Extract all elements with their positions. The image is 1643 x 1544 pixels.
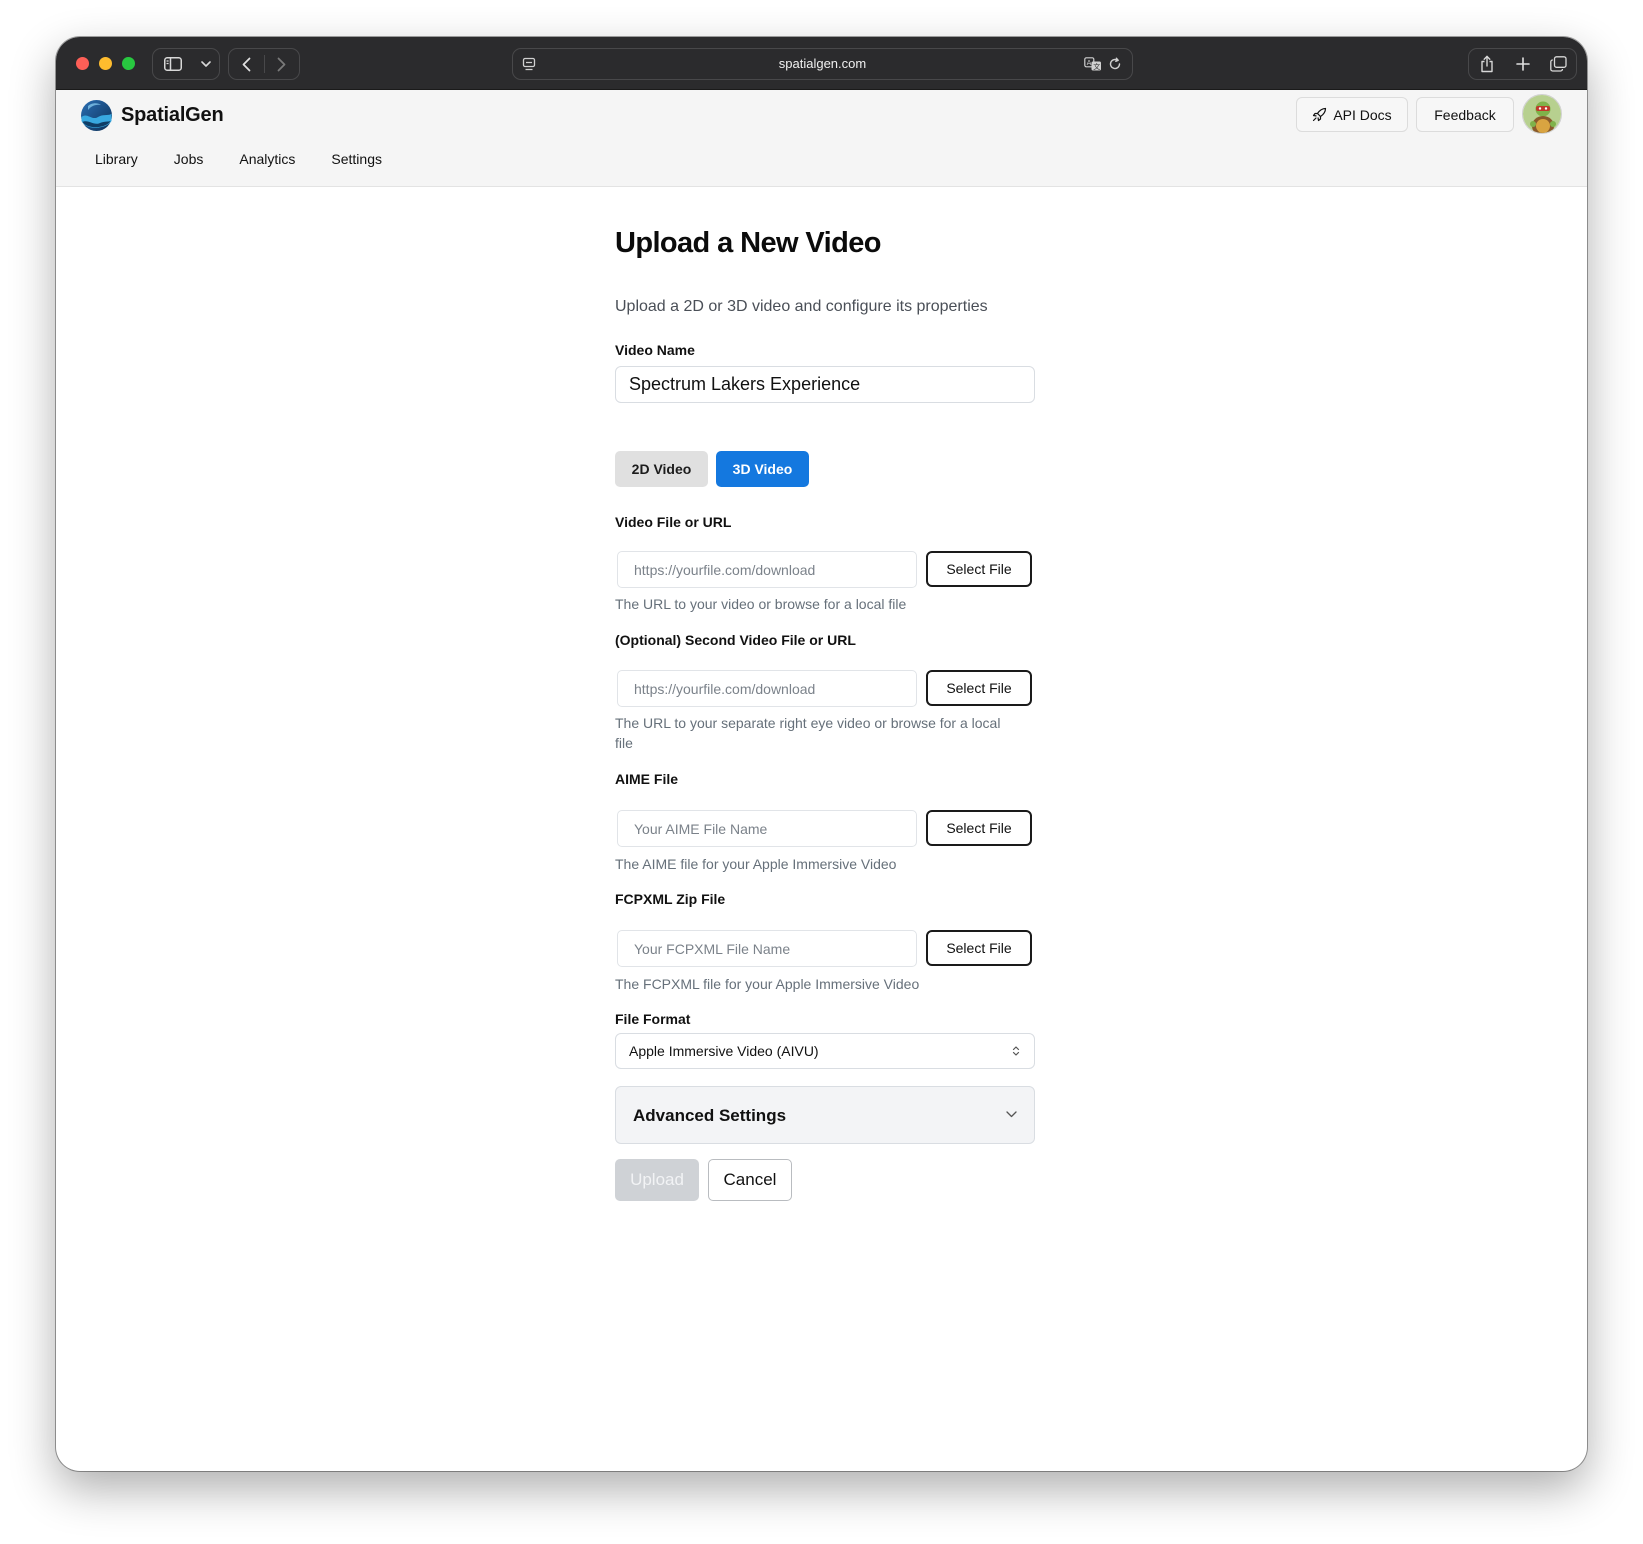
new-tab-plus-icon[interactable]	[1505, 49, 1541, 79]
cancel-button[interactable]: Cancel	[708, 1159, 792, 1201]
upload-button[interactable]: Upload	[615, 1159, 699, 1201]
video-name-input[interactable]	[615, 366, 1035, 403]
nav-settings[interactable]: Settings	[331, 143, 382, 175]
page-title: Upload a New Video	[615, 227, 881, 259]
file-format-select[interactable]: Apple Immersive Video (AIVU)	[615, 1033, 1035, 1069]
nav-jobs[interactable]: Jobs	[174, 143, 204, 175]
user-avatar[interactable]	[1522, 94, 1562, 134]
video-select-file-button[interactable]: Select File	[926, 551, 1032, 587]
nav-library[interactable]: Library	[95, 143, 138, 175]
second-video-label: (Optional) Second Video File or URL	[615, 632, 856, 648]
video-type-3d-button[interactable]: 3D Video	[716, 451, 809, 487]
brand-name: SpatialGen	[121, 104, 224, 126]
app-header: SpatialGen API Docs Feedback Library Job…	[56, 90, 1587, 187]
file-format-value: Apple Immersive Video (AIVU)	[629, 1043, 819, 1059]
tab-overview-icon[interactable]	[1540, 49, 1576, 79]
video-type-2d-button[interactable]: 2D Video	[615, 451, 708, 487]
share-icon[interactable]	[1469, 49, 1505, 79]
video-file-label: Video File or URL	[615, 514, 732, 530]
window-actions-group	[1468, 48, 1577, 80]
chevron-down-icon[interactable]	[193, 49, 219, 79]
main-nav: Library Jobs Analytics Settings	[95, 143, 418, 175]
fcpxml-file-label: FCPXML Zip File	[615, 891, 726, 907]
advanced-settings-label: Advanced Settings	[633, 1106, 787, 1125]
select-updown-icon	[1012, 1046, 1020, 1056]
spatialgen-logo-icon	[81, 100, 112, 131]
browser-titlebar: spatialgen.com A文	[56, 37, 1587, 90]
video-url-input[interactable]	[617, 551, 917, 588]
reload-icon[interactable]	[1108, 57, 1122, 76]
aime-file-input[interactable]	[617, 810, 917, 847]
chevron-down-icon	[1006, 1111, 1017, 1118]
feedback-button[interactable]: Feedback	[1416, 97, 1514, 132]
history-nav-group	[228, 48, 300, 80]
sidebar-control-group	[152, 48, 220, 80]
translate-icon[interactable]: A文	[1084, 57, 1102, 76]
svg-text:A: A	[1087, 59, 1092, 67]
fcpxml-file-input[interactable]	[617, 930, 917, 967]
nav-analytics[interactable]: Analytics	[239, 143, 295, 175]
second-video-url-input[interactable]	[617, 670, 917, 707]
address-bar[interactable]: spatialgen.com A文	[512, 48, 1133, 80]
sidebar-toggle-icon[interactable]	[153, 49, 193, 79]
aime-file-help: The AIME file for your Apple Immersive V…	[615, 856, 897, 872]
second-video-help: The URL to your separate right eye video…	[615, 715, 1001, 751]
brand-logo[interactable]: SpatialGen	[80, 99, 224, 132]
advanced-settings-accordion[interactable]: Advanced Settings	[615, 1086, 1035, 1144]
fcpxml-select-file-button[interactable]: Select File	[926, 930, 1032, 966]
fcpxml-file-help: The FCPXML file for your Apple Immersive…	[615, 976, 920, 992]
svg-text:文: 文	[1093, 62, 1100, 71]
aime-file-label: AIME File	[615, 771, 679, 787]
browser-window: spatialgen.com A文 SpatialGen API Docs Fe…	[56, 37, 1587, 1471]
api-docs-button[interactable]: API Docs	[1296, 97, 1408, 132]
page-subtitle: Upload a 2D or 3D video and configure it…	[615, 298, 988, 315]
minimize-window-button[interactable]	[99, 57, 112, 70]
forward-arrow-icon[interactable]	[264, 49, 299, 79]
video-file-help: The URL to your video or browse for a lo…	[615, 596, 907, 612]
second-video-select-file-button[interactable]: Select File	[926, 670, 1032, 706]
rocket-icon	[1313, 107, 1327, 122]
zoom-window-button[interactable]	[122, 57, 135, 70]
back-arrow-icon[interactable]	[229, 49, 264, 79]
aime-select-file-button[interactable]: Select File	[926, 810, 1032, 846]
address-url[interactable]: spatialgen.com	[513, 49, 1132, 79]
close-window-button[interactable]	[76, 57, 89, 70]
file-format-label: File Format	[615, 1011, 691, 1027]
video-name-label: Video Name	[615, 342, 695, 358]
api-docs-label: API Docs	[1333, 106, 1392, 123]
